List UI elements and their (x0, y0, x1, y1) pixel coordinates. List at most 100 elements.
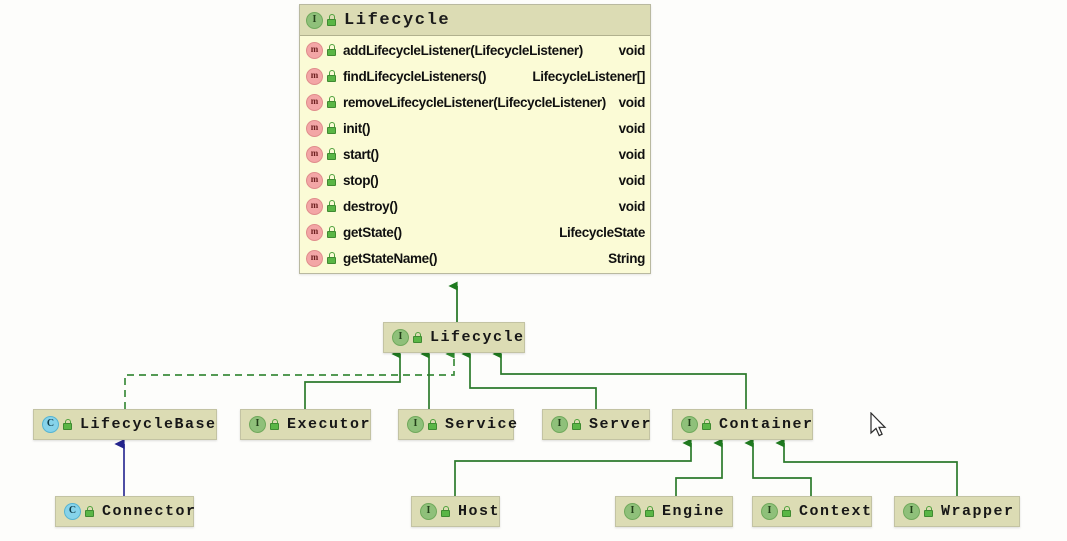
uml-node-title: Engine (662, 503, 726, 520)
uml-member-row[interactable]: m getStateName() String (300, 245, 650, 271)
edge-executor-to-lifecycle (304, 349, 401, 409)
lock-icon (326, 174, 337, 186)
uml-member-type: LifecycleState (559, 224, 645, 240)
lock-icon (326, 200, 337, 212)
lock-icon (326, 148, 337, 160)
uml-member-name: addLifecycleListener(LifecycleListener) (343, 42, 583, 58)
class-icon: C (64, 503, 81, 520)
uml-member-name: getState() (343, 224, 402, 240)
uml-member-row[interactable]: m getState() LifecycleState (300, 219, 650, 245)
interface-icon: I (624, 503, 641, 520)
uml-member-row[interactable]: m destroy() void (300, 193, 650, 219)
method-icon: m (306, 249, 323, 267)
uml-member-type: void (618, 172, 646, 188)
lock-icon (62, 418, 73, 431)
uml-node-lifecycle[interactable]: I Lifecycle (383, 322, 525, 353)
uml-node-title: Connector (102, 503, 197, 520)
interface-icon: I (392, 329, 409, 346)
uml-node-title: Host (458, 503, 501, 520)
uml-node-context[interactable]: I Context (752, 496, 872, 527)
lock-icon (412, 331, 423, 344)
interface-icon: I (903, 503, 920, 520)
uml-member-name: destroy() (343, 198, 398, 214)
lock-icon (326, 96, 337, 108)
interface-icon: I (761, 503, 778, 520)
uml-member-name: removeLifecycleListener(LifecycleListene… (343, 94, 606, 110)
interface-icon: I (249, 416, 266, 433)
uml-member-name: stop() (343, 172, 379, 188)
lock-icon (326, 70, 337, 82)
uml-node-server[interactable]: I Server (542, 409, 653, 440)
uml-member-row[interactable]: m stop() void (300, 167, 650, 193)
uml-member-row[interactable]: m init() void (300, 115, 650, 141)
uml-member-type: String (608, 250, 645, 266)
uml-member-row[interactable]: m findLifecycleListeners() LifecycleListen… (300, 63, 650, 89)
uml-node-connector[interactable]: C Connector (55, 496, 197, 527)
uml-class-lifecycle[interactable]: I Lifecycle m addLifecycleListener(Lifecy… (299, 4, 651, 274)
lock-icon (326, 122, 337, 134)
uml-node-title: LifecycleBase (80, 416, 217, 433)
uml-member-name: findLifecycleListeners() (343, 68, 487, 84)
uml-member-name: init() (343, 120, 371, 136)
lock-icon (440, 505, 451, 518)
uml-node-lifecyclebase[interactable]: C LifecycleBase (33, 409, 217, 440)
edge-engine-to-container (675, 438, 723, 496)
lock-icon (781, 505, 792, 518)
uml-node-title: Context (799, 503, 873, 520)
edge-context-to-container (744, 438, 812, 496)
class-icon: C (42, 416, 59, 433)
uml-member-type: LifecycleListener[] (532, 68, 645, 84)
method-icon: m (306, 93, 323, 111)
lock-icon (326, 226, 337, 238)
lock-icon (326, 252, 337, 264)
method-icon: m (306, 41, 323, 59)
uml-member-type: void (618, 198, 646, 214)
method-icon: m (306, 145, 323, 163)
interface-icon: I (420, 503, 437, 520)
uml-member-name: getStateName() (343, 250, 438, 266)
diagram-canvas[interactable]: I Lifecycle m addLifecycleListener(Lifecy… (0, 0, 1067, 541)
uml-node-title: Wrapper (941, 503, 1015, 520)
interface-icon: I (306, 11, 323, 29)
uml-node-title: Lifecycle (430, 329, 525, 346)
uml-class-title: Lifecycle (344, 10, 451, 30)
uml-class-header[interactable]: I Lifecycle (300, 5, 650, 36)
uml-node-title: Container (719, 416, 814, 433)
uml-member-list: m addLifecycleListener(LifecycleListener)… (300, 36, 650, 273)
method-icon: m (306, 119, 323, 137)
uml-node-title: Server (589, 416, 653, 433)
uml-node-host[interactable]: I Host (411, 496, 500, 527)
lock-icon (326, 44, 337, 56)
uml-node-title: Executor (287, 416, 372, 433)
interface-icon: I (407, 416, 424, 433)
lock-icon (701, 418, 712, 431)
uml-member-type: void (618, 42, 646, 58)
uml-node-engine[interactable]: I Engine (615, 496, 733, 527)
mouse-pointer-icon (870, 412, 887, 437)
lock-icon (644, 505, 655, 518)
method-icon: m (306, 197, 323, 215)
uml-member-type: void (618, 94, 646, 110)
uml-node-title: Service (445, 416, 519, 433)
lock-icon (571, 418, 582, 431)
uml-member-name: start() (343, 146, 379, 162)
uml-node-executor[interactable]: I Executor (240, 409, 371, 440)
uml-node-wrapper[interactable]: I Wrapper (894, 496, 1020, 527)
lock-icon (326, 14, 337, 26)
lock-icon (84, 505, 95, 518)
uml-member-row[interactable]: m removeLifecycleListener(LifecycleListen… (300, 89, 650, 115)
uml-node-service[interactable]: I Service (398, 409, 517, 440)
method-icon: m (306, 223, 323, 241)
lock-icon (923, 505, 934, 518)
uml-member-row[interactable]: m start() void (300, 141, 650, 167)
uml-member-row[interactable]: m addLifecycleListener(LifecycleListener)… (300, 37, 650, 63)
uml-node-container[interactable]: I Container (672, 409, 813, 440)
method-icon: m (306, 67, 323, 85)
uml-member-type: void (618, 146, 646, 162)
edge-lifecyclebase-to-lifecycle (124, 349, 455, 409)
uml-member-type: void (618, 120, 646, 136)
lock-icon (269, 418, 280, 431)
lock-icon (427, 418, 438, 431)
interface-icon: I (681, 416, 698, 433)
edge-wrapper-to-container (775, 438, 958, 496)
